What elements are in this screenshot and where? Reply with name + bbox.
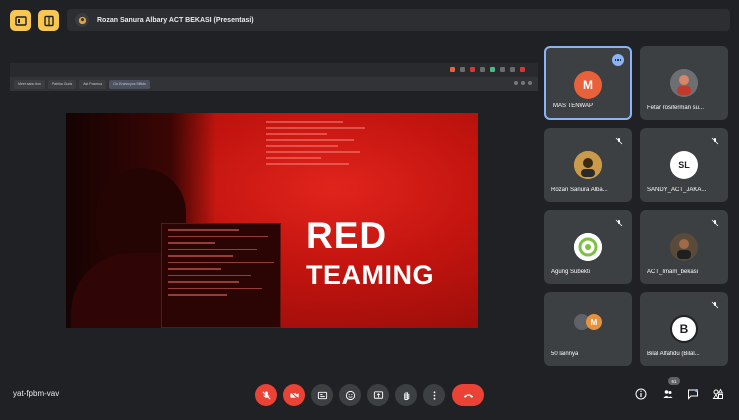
captions-icon: [317, 391, 327, 399]
participant-name: MAS TENWAP: [553, 103, 594, 109]
reactions-button[interactable]: [339, 384, 361, 406]
shared-screen: Meet sabu tion Patrika Guds Ast Posmoa C…: [10, 63, 538, 358]
camera-off-icon: [289, 390, 299, 400]
meeting-code: yat-fpbm-vav: [13, 389, 60, 398]
participant-tile[interactable]: Rozan Sanura Alba...: [544, 128, 632, 202]
present-button[interactable]: [367, 384, 389, 406]
slide-title-line2: TEAMING: [306, 260, 434, 290]
leave-call-button[interactable]: [452, 384, 484, 406]
participant-tile[interactable]: Agung Subekti: [544, 210, 632, 284]
people-button[interactable]: [661, 387, 675, 401]
participant-name: Agung Subekti: [551, 269, 591, 275]
camera-toggle-button[interactable]: [283, 384, 305, 406]
participant-avatar: [574, 233, 602, 261]
people-icon: [663, 390, 673, 398]
chat-button[interactable]: [686, 387, 700, 401]
participant-name: Rozan Sanura Alba...: [551, 187, 608, 193]
person-photo-icon: [670, 69, 698, 97]
mic-off-icon: [614, 218, 624, 228]
participant-name: ACT_Imam_bekasi: [647, 269, 699, 275]
others-tile[interactable]: M 50 lainnya: [544, 292, 632, 366]
participant-name: 50 lainnya: [551, 351, 579, 357]
more-vert-icon: [433, 390, 435, 400]
person-photo-icon: [670, 233, 698, 261]
browser-tab-active: Cic Endsrcyos Slffcts: [109, 79, 150, 89]
participant-avatar: SL: [670, 151, 698, 179]
browser-toolbar: [10, 63, 538, 77]
info-card-icon: [14, 15, 27, 26]
browser-tab: Ast Posmoa: [79, 79, 107, 89]
participant-avatar: B: [670, 315, 698, 343]
mic-off-icon: [261, 390, 271, 400]
more-options-button[interactable]: [423, 384, 445, 406]
monitor-graphic: [161, 223, 281, 328]
participant-name: Bilal Alfafidu (Bilal...: [647, 351, 700, 357]
participant-count-badge: 61: [668, 377, 680, 385]
participant-avatar: [574, 151, 602, 179]
raise-hand-button[interactable]: [395, 384, 417, 406]
presenter-label: Rozan Sanura Albary ACT BEKASI (Presenta…: [97, 16, 254, 24]
participant-tile[interactable]: SL SANDY_ACT_JAKA...: [640, 128, 728, 202]
activities-shapes-button[interactable]: [711, 387, 725, 401]
hang-up-icon: [463, 393, 473, 398]
meeting-details-info-button[interactable]: [634, 387, 648, 401]
slide-title: RED TEAMING: [306, 217, 434, 289]
participant-tile[interactable]: B Bilal Alfafidu (Bilal...: [640, 292, 728, 366]
mic-off-icon: [614, 136, 624, 146]
presenter-icon: [78, 16, 86, 24]
emoji-icon: [345, 390, 355, 400]
mic-off-icon: [710, 218, 720, 228]
browser-tab-strip: Meet sabu tion Patrika Guds Ast Posmoa C…: [10, 77, 538, 91]
participant-avatar: [670, 69, 698, 97]
info-icon: [635, 388, 647, 400]
participant-tile[interactable]: Fetar rosiferman su...: [640, 46, 728, 120]
green-logo-icon: [574, 233, 602, 261]
participant-name: SANDY_ACT_JAKA...: [647, 187, 707, 193]
browser-tab: Patrika Guds: [47, 79, 77, 89]
more-options-icon[interactable]: [612, 54, 624, 66]
mic-toggle-button[interactable]: [255, 384, 277, 406]
participant-avatar: [670, 233, 698, 261]
presenter-avatar: [75, 13, 89, 27]
shapes-icon: [43, 15, 54, 26]
presenter-bar: Rozan Sanura Albary ACT BEKASI (Presenta…: [67, 9, 730, 31]
others-avatar: M: [586, 314, 602, 330]
hand-icon: [403, 391, 409, 400]
present-screen-icon: [373, 390, 383, 399]
participant-avatar: M: [574, 71, 602, 99]
slide-title-line1: RED: [306, 215, 388, 256]
meet-window: Rozan Sanura Albary ACT BEKASI (Presenta…: [0, 0, 739, 420]
presentation-slide: RED TEAMING: [66, 113, 478, 328]
browser-tab: Meet sabu tion: [14, 79, 45, 89]
participant-tile[interactable]: ACT_Imam_bekasi: [640, 210, 728, 284]
chat-icon: [688, 389, 698, 400]
mic-off-icon: [710, 300, 720, 310]
meeting-details-button[interactable]: [10, 10, 31, 31]
shapes-icon: [712, 388, 724, 399]
browser-extension-icons: [450, 67, 525, 72]
mic-off-icon: [710, 136, 720, 146]
activities-button[interactable]: [38, 10, 59, 31]
browser-controls: [514, 81, 532, 85]
captions-button[interactable]: [311, 384, 333, 406]
participant-name: Fetar rosiferman su...: [647, 105, 705, 111]
slide-code-graphic: [266, 121, 376, 181]
person-photo-icon: [574, 151, 602, 179]
participant-tile[interactable]: M MAS TENWAP: [544, 46, 632, 120]
